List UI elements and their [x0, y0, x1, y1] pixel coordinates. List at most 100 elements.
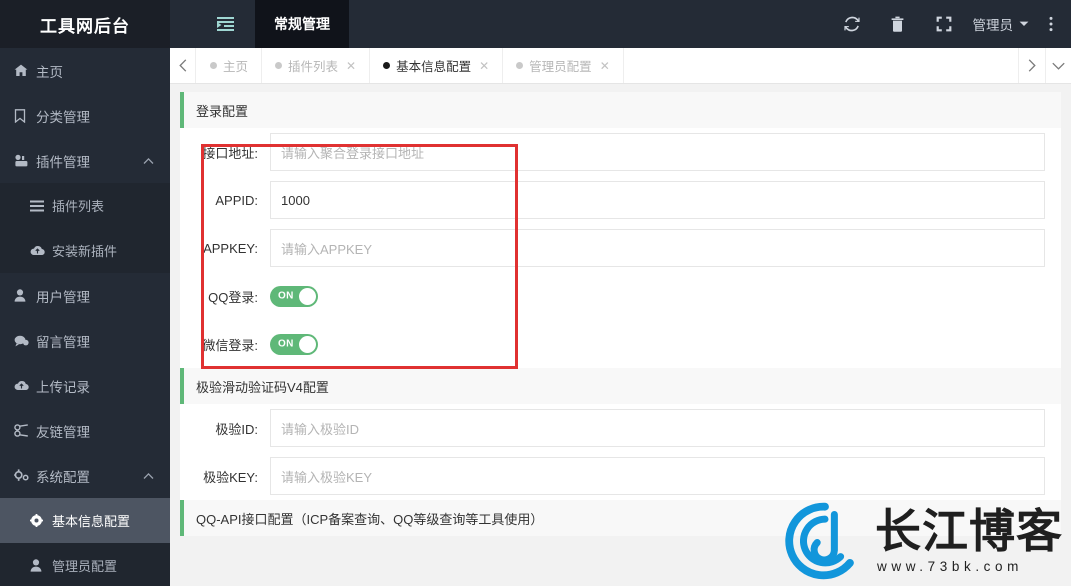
config-card: 登录配置 接口地址: 请输入聚合登录接口地址 APPID: 1000 APPKE…: [180, 92, 1061, 536]
gear-group-icon: [14, 469, 33, 482]
sidebar-item-label: 系统配置: [36, 469, 90, 485]
qq-login-toggle[interactable]: ON: [270, 285, 318, 307]
field-label: APPID:: [215, 192, 258, 208]
tab-home[interactable]: 主页: [197, 48, 263, 83]
chevron-up-icon: [143, 472, 154, 479]
tab-label: 主页: [223, 60, 249, 74]
user-menu[interactable]: 管理员: [967, 14, 1040, 34]
gear-icon: [30, 514, 49, 527]
sidebar-item-system-config[interactable]: 系统配置: [0, 453, 170, 498]
topbar-actions: 管理员: [829, 0, 1064, 48]
chevron-up-icon: [143, 157, 154, 164]
cloud-upload-icon: [30, 245, 49, 256]
toggle-state-label: ON: [278, 290, 294, 302]
section-header-qqapi-config: QQ-API接口配置（ICP备案查询、QQ等级查询等工具使用）: [180, 500, 1061, 536]
geetest-key-input[interactable]: 请输入极验KEY: [270, 457, 1045, 495]
sidebar-item-plugin-manage[interactable]: 插件管理: [0, 138, 170, 183]
wechat-login-toggle[interactable]: ON: [270, 333, 318, 355]
plugin-submenu: 插件列表 安装新插件: [0, 183, 170, 273]
tab-scroll-next-button[interactable]: [1018, 48, 1044, 83]
sidebar-collapse-button[interactable]: [207, 0, 243, 48]
refresh-icon[interactable]: [829, 0, 875, 48]
field-label: QQ登录:: [208, 289, 258, 305]
tab-strip: 主页 插件列表 ✕ 基本信息配置 ✕ 管理员配置 ✕: [170, 48, 1071, 84]
sidebar-item-admin-config[interactable]: 管理员配置: [0, 543, 170, 586]
geetest-id-input[interactable]: 请输入极验ID: [270, 409, 1045, 447]
field-label: 极验ID:: [215, 421, 258, 437]
sidebar-item-label: 管理员配置: [52, 559, 118, 574]
sidebar-item-category[interactable]: 分类管理: [0, 93, 170, 138]
tab-close-icon[interactable]: ✕: [479, 59, 489, 73]
sidebar-item-upload-records[interactable]: 上传记录: [0, 363, 170, 408]
chevron-right-icon: [1028, 59, 1036, 72]
cloud-icon: [14, 380, 33, 391]
sidebar-item-message-manage[interactable]: 留言管理: [0, 318, 170, 363]
tab-basic-info-config[interactable]: 基本信息配置 ✕: [370, 48, 504, 83]
form-row-geetest-id: 极验ID: 请输入极验ID: [180, 404, 1061, 452]
wechat-login-switch-wrap: ON: [270, 333, 1061, 355]
app-root: 工具网后台 主页 分类管理 插件管理 插件列表 安装新插件 用户管理 留言管理 …: [0, 0, 1071, 586]
section-header-login-config: 登录配置: [180, 92, 1061, 128]
tab-dot-icon: [383, 62, 391, 69]
link-icon: [14, 424, 33, 437]
more-vertical-icon[interactable]: [1039, 0, 1063, 48]
topbar-nav: 常规管理: [255, 0, 349, 48]
qq-login-switch-wrap: ON: [270, 285, 1061, 307]
tab-plugin-list[interactable]: 插件列表 ✕: [262, 48, 371, 83]
indent-icon: [216, 17, 234, 31]
sidebar-item-label: 用户管理: [36, 289, 90, 305]
appkey-input[interactable]: 请输入APPKEY: [270, 229, 1045, 267]
sidebar-item-label: 插件列表: [52, 199, 105, 214]
topnav-item-general-manage[interactable]: 常规管理: [255, 0, 349, 48]
tab-label: 管理员配置: [529, 60, 592, 74]
sidebar-item-label: 主页: [36, 64, 63, 80]
sidebar-item-label: 上传记录: [36, 379, 90, 395]
sidebar-item-label: 安装新插件: [52, 244, 118, 259]
toggle-state-label: ON: [278, 338, 294, 350]
sidebar-item-label: 分类管理: [36, 109, 90, 125]
tab-dropdown-button[interactable]: [1045, 48, 1071, 83]
sidebar-item-label: 留言管理: [36, 334, 90, 350]
section-title: 登录配置: [196, 103, 249, 119]
sidebar-item-plugin-list[interactable]: 插件列表: [0, 183, 170, 228]
appid-input[interactable]: 1000: [270, 181, 1045, 219]
system-submenu: 基本信息配置 管理员配置: [0, 498, 170, 586]
user-icon: [30, 559, 49, 572]
tab-close-icon[interactable]: ✕: [346, 59, 356, 73]
fullscreen-icon[interactable]: [921, 0, 967, 48]
api-url-input[interactable]: 请输入聚合登录接口地址: [270, 133, 1045, 171]
sidebar-item-user-manage[interactable]: 用户管理: [0, 273, 170, 318]
form-row-geetest-key: 极验KEY: 请输入极验KEY: [180, 452, 1061, 500]
sidebar-item-home[interactable]: 主页: [0, 48, 170, 93]
field-label: 极验KEY:: [203, 469, 258, 485]
form-row-api-url: 接口地址: 请输入聚合登录接口地址: [180, 128, 1061, 176]
section-header-geetest-config: 极验滑动验证码V4配置: [180, 368, 1061, 404]
tab-admin-config[interactable]: 管理员配置 ✕: [503, 48, 624, 83]
app-logo: 工具网后台: [0, 0, 170, 48]
form-row-appkey: APPKEY: 请输入APPKEY: [180, 224, 1061, 272]
login-config-rows: 接口地址: 请输入聚合登录接口地址 APPID: 1000 APPKEY: 请输…: [180, 128, 1061, 368]
section-title: QQ-API接口配置（ICP备案查询、QQ等级查询等工具使用）: [196, 511, 544, 527]
trash-icon[interactable]: [875, 0, 921, 48]
form-row-appid: APPID: 1000: [180, 176, 1061, 224]
chevron-down-icon: [1019, 21, 1029, 27]
chevron-left-icon: [178, 59, 187, 72]
tabs-container: 主页 插件列表 ✕ 基本信息配置 ✕ 管理员配置 ✕: [197, 48, 624, 83]
chevron-down-icon: [1052, 62, 1065, 70]
sidebar-item-install-plugin[interactable]: 安装新插件: [0, 228, 170, 273]
tab-dot-icon: [516, 62, 524, 69]
bookmark-icon: [14, 108, 33, 123]
sidebar: 工具网后台 主页 分类管理 插件管理 插件列表 安装新插件 用户管理 留言管理 …: [0, 0, 170, 586]
sidebar-item-friendlink-manage[interactable]: 友链管理: [0, 408, 170, 453]
tab-scroll-prev-button[interactable]: [170, 48, 196, 83]
form-row-qq-login: QQ登录: ON: [180, 272, 1061, 320]
sidebar-item-label: 友链管理: [36, 424, 90, 440]
user-menu-label: 管理员: [972, 18, 1014, 33]
list-icon: [30, 200, 49, 212]
tab-close-icon[interactable]: ✕: [600, 59, 610, 73]
sidebar-item-label: 插件管理: [36, 154, 90, 170]
sidebar-item-basic-info-config[interactable]: 基本信息配置: [0, 498, 170, 543]
field-label: 微信登录:: [202, 337, 258, 353]
geetest-config-rows: 极验ID: 请输入极验ID 极验KEY: 请输入极验KEY: [180, 404, 1061, 500]
comment-icon: [14, 335, 33, 347]
